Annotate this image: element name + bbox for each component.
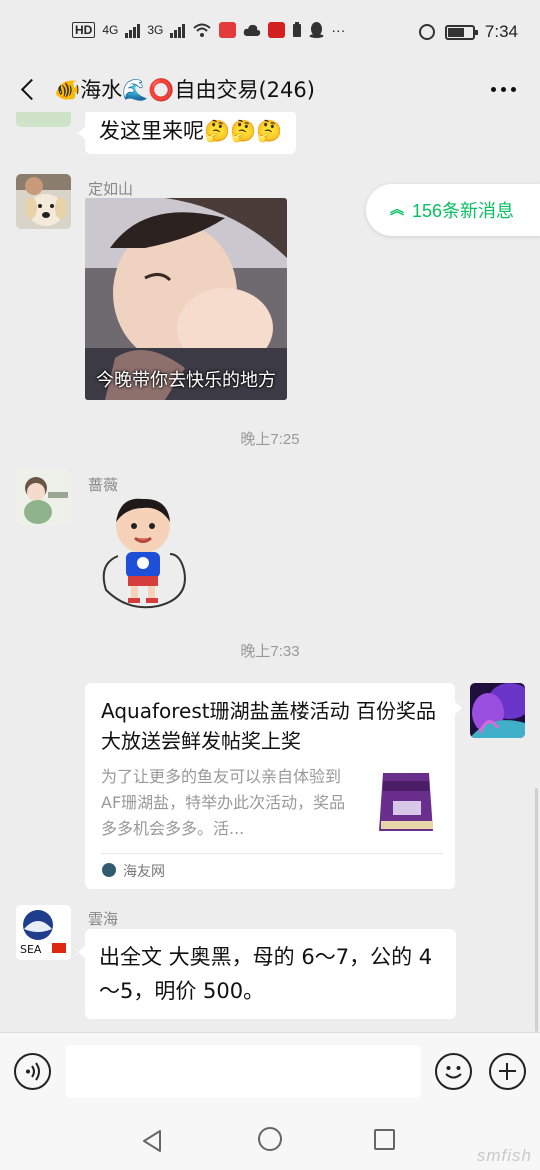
message-list[interactable]: 发这里来呢🤔🤔🤔 定如山 今晚带你去快乐的地方 ︽ 156条新消息 晚上7:25… [0,112,540,1032]
status-bar: HD 4G 3G ··· 7:34 [0,0,540,66]
battery-icon [444,24,478,40]
link-card-thumbnail [371,767,441,837]
sender-name: 定如山 [88,181,134,198]
message-bubble[interactable]: 出全文 大奥黑，母的 6～7，公的 4～5，明价 500。 [78,929,456,1019]
divider [101,853,443,854]
nav-back-icon[interactable] [140,1128,166,1154]
double-chevron-up-icon: ︽ [390,202,404,218]
avatar[interactable] [16,112,71,127]
avatar-dingrushan[interactable] [16,174,71,229]
sender-name: 蔷薇 [88,477,119,494]
chat-header: 🐠海水🌊⭕自由交易(246) [0,66,540,112]
battery-saver-icon [293,22,302,37]
baby-jump-rope-sticker[interactable] [98,494,190,612]
system-nav-bar: smfish [0,1112,540,1170]
source-logo-icon [102,863,116,877]
app-notification-icon [219,22,237,38]
avatar-qiangwei[interactable] [16,470,71,525]
wifi-icon [193,23,212,37]
alarm-icon [418,24,435,40]
status-right: 7:34 [418,22,518,42]
status-time: 7:34 [484,22,518,41]
message-input[interactable] [66,1045,421,1098]
cloud-icon [244,24,261,36]
news-app-icon [268,22,286,38]
chat-title: 🐠海水🌊⭕自由交易(246) [54,78,315,102]
message-text: 发这里来呢🤔🤔🤔 [99,119,283,143]
message-bubble[interactable]: 发这里来呢🤔🤔🤔 [77,112,297,154]
sender-name: 雲海 [88,911,119,928]
link-card-title: Aquaforest珊湖盐盖楼活动 百份奖品大放送尝鲜发帖奖上奖 [101,699,436,753]
gif-caption: 今晚带你去快乐的地方 [96,370,276,391]
back-button[interactable] [14,72,44,106]
gif-sticker[interactable]: 今晚带你去快乐的地方 [85,198,287,400]
input-bar [0,1032,540,1112]
avatar-yunhai[interactable]: SEA [16,905,71,960]
signal-icon [125,22,141,38]
link-card-source: 海友网 [123,864,165,880]
more-options-button[interactable] [488,76,518,102]
link-card-description: 为了让更多的鱼友可以亲自体验到AF珊湖盐，特举办此次活动，奖品多多机会多多。活.… [101,767,346,838]
emoji-button[interactable] [435,1053,472,1090]
timestamp: 晚上7:33 [240,643,300,660]
4g-badge: 4G [102,23,119,37]
svg-text:SEA: SEA [20,943,42,956]
hd-badge: HD [72,22,96,38]
scrollbar[interactable] [535,788,538,1032]
link-card[interactable]: Aquaforest珊湖盐盖楼活动 百份奖品大放送尝鲜发帖奖上奖 为了让更多的鱼… [85,683,462,889]
timestamp: 晚上7:25 [240,431,300,448]
nav-home-icon[interactable] [258,1127,282,1151]
3g-badge: 3G [147,23,164,37]
more-actions-button[interactable] [489,1053,526,1090]
message-text: 出全文 大奥黑，母的 6～7，公的 4～5，明价 500。 [99,945,433,1003]
more-notifications-icon: ··· [331,22,346,38]
status-left: HD 4G 3G ··· [72,22,345,38]
nav-recent-apps-icon[interactable] [374,1129,395,1150]
qq-icon [309,22,324,38]
watermark: smfish [476,1146,532,1165]
voice-input-button[interactable] [14,1053,51,1090]
new-messages-pill[interactable]: ︽ 156条新消息 [366,184,540,236]
my-avatar[interactable] [470,683,525,738]
signal-icon-2 [170,22,186,38]
new-messages-label: 156条新消息 [412,201,515,221]
